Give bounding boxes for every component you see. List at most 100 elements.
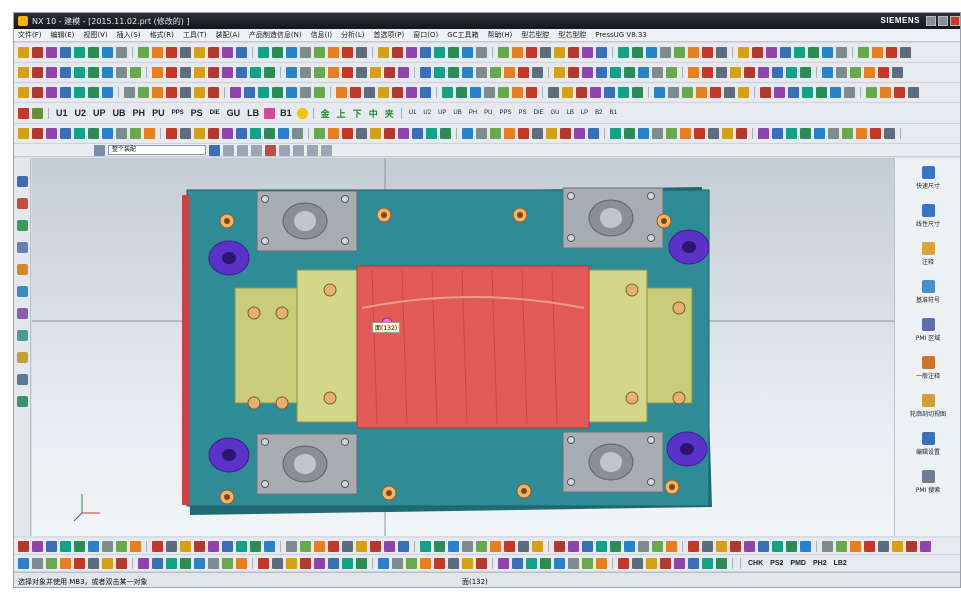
tool-button-icon[interactable] <box>32 67 43 78</box>
tool-button-icon[interactable] <box>744 67 755 78</box>
tool-button-icon[interactable] <box>144 128 155 139</box>
tool-button-icon[interactable] <box>102 87 113 98</box>
tool-button-icon[interactable] <box>116 557 127 569</box>
mold-gold-button[interactable]: 金 <box>319 107 332 120</box>
tool-button-icon[interactable] <box>906 540 917 552</box>
tool-button-icon[interactable] <box>920 540 931 552</box>
tool-button-icon[interactable] <box>668 87 679 98</box>
tool-button-icon[interactable] <box>526 87 537 98</box>
tool-button-icon[interactable] <box>74 557 85 569</box>
tool-button-icon[interactable] <box>836 540 847 552</box>
tool-button-icon[interactable] <box>258 87 269 98</box>
tool-button-icon[interactable] <box>208 67 219 78</box>
tool-button-icon[interactable] <box>512 87 523 98</box>
tool-button-icon[interactable] <box>752 47 763 58</box>
tool-button-icon[interactable] <box>138 87 149 98</box>
tool-button-icon[interactable] <box>384 67 395 78</box>
tool-button-icon[interactable] <box>548 87 559 98</box>
tool-button-icon[interactable] <box>596 540 607 552</box>
tool-button-icon[interactable] <box>864 540 875 552</box>
tool-button-icon[interactable] <box>582 67 593 78</box>
tool-button-icon[interactable] <box>378 87 389 98</box>
mold-ph-button[interactable]: PH <box>131 108 148 118</box>
tool-button-icon[interactable] <box>180 87 191 98</box>
tool-button-icon[interactable] <box>786 128 797 139</box>
tool-button-icon[interactable] <box>540 557 551 569</box>
tool-button-icon[interactable] <box>342 128 353 139</box>
mold-u1-button[interactable]: U1 <box>54 108 70 118</box>
tool-button-icon[interactable] <box>208 128 219 139</box>
mold-tool-icon[interactable] <box>18 107 29 119</box>
mold-lp-small-button[interactable]: LP <box>579 110 590 116</box>
tool-button-icon[interactable] <box>582 557 593 569</box>
menu-information[interactable]: 信息(I) <box>311 30 333 40</box>
tool-button-icon[interactable] <box>638 540 649 552</box>
tool-button-icon[interactable] <box>18 557 29 569</box>
tool-button-icon[interactable] <box>314 87 325 98</box>
tool-button-icon[interactable] <box>568 557 579 569</box>
tool-button-icon[interactable] <box>222 540 233 552</box>
tool-button-icon[interactable] <box>378 557 389 569</box>
tool-button-icon[interactable] <box>766 47 777 58</box>
menu-tools[interactable]: 工具(T) <box>183 30 207 40</box>
tool-button-icon[interactable] <box>476 47 487 58</box>
tool-button-icon[interactable] <box>194 540 205 552</box>
tool-button-icon[interactable] <box>264 128 275 139</box>
tool-button-icon[interactable] <box>194 67 205 78</box>
tool-button-icon[interactable] <box>32 540 43 552</box>
tool-button-icon[interactable] <box>166 67 177 78</box>
tool-button-icon[interactable] <box>504 540 515 552</box>
tool-button-icon[interactable] <box>208 47 219 58</box>
tool-button-icon[interactable] <box>398 128 409 139</box>
mold-die-button[interactable]: DIE <box>208 110 222 116</box>
tool-button-icon[interactable] <box>894 87 905 98</box>
tool-button-icon[interactable] <box>222 557 233 569</box>
tool-button-icon[interactable] <box>842 128 853 139</box>
rapid-dimension-item[interactable]: 快速尺寸 <box>895 166 960 190</box>
menu-format[interactable]: 格式(R) <box>150 30 174 40</box>
tool-button-icon[interactable] <box>674 557 685 569</box>
minimize-button[interactable] <box>926 16 936 26</box>
tool-button-icon[interactable] <box>772 540 783 552</box>
tool-button-icon[interactable] <box>244 87 255 98</box>
tool-button-icon[interactable] <box>448 67 459 78</box>
mold-pu-small-button[interactable]: PU <box>482 110 494 116</box>
tool-button-icon[interactable] <box>800 540 811 552</box>
tool-button-icon[interactable] <box>88 67 99 78</box>
tool-button-icon[interactable] <box>610 540 621 552</box>
tool-button-icon[interactable] <box>816 87 827 98</box>
tool-button-icon[interactable] <box>666 128 677 139</box>
tool-button-icon[interactable] <box>102 67 113 78</box>
tool-button-icon[interactable] <box>88 47 99 58</box>
tool-button-icon[interactable] <box>230 87 241 98</box>
tool-button-icon[interactable] <box>760 87 771 98</box>
tool-button-icon[interactable] <box>836 67 847 78</box>
tool-button-icon[interactable] <box>716 47 727 58</box>
tool-button-icon[interactable] <box>462 128 473 139</box>
tool-button-icon[interactable] <box>88 557 99 569</box>
edit-settings-item[interactable]: 编辑设置 <box>895 432 960 456</box>
tool-button-icon[interactable] <box>328 540 339 552</box>
tool-button-icon[interactable] <box>194 87 205 98</box>
tool-button-icon[interactable] <box>278 128 289 139</box>
note-item[interactable]: 注释 <box>895 242 960 266</box>
tool-button-icon[interactable] <box>208 87 219 98</box>
tool-button-icon[interactable] <box>618 87 629 98</box>
tool-button-icon[interactable] <box>60 87 71 98</box>
tool-button-icon[interactable] <box>180 67 191 78</box>
assembly-navigator-icon[interactable] <box>17 198 28 209</box>
tool-button-icon[interactable] <box>300 540 311 552</box>
tool-button-icon[interactable] <box>802 87 813 98</box>
mold-gu-small-button[interactable]: GU <box>548 110 561 116</box>
tool-button-icon[interactable] <box>498 557 509 569</box>
snap-icon[interactable] <box>223 144 234 156</box>
tool-button-icon[interactable] <box>512 557 523 569</box>
reuse-library-icon[interactable] <box>17 242 28 253</box>
tool-button-icon[interactable] <box>632 47 643 58</box>
maximize-button[interactable] <box>938 16 948 26</box>
tool-button-icon[interactable] <box>688 557 699 569</box>
tool-button-icon[interactable] <box>398 540 409 552</box>
tool-button-icon[interactable] <box>724 87 735 98</box>
tool-button-icon[interactable] <box>152 67 163 78</box>
tool-button-icon[interactable] <box>264 67 275 78</box>
